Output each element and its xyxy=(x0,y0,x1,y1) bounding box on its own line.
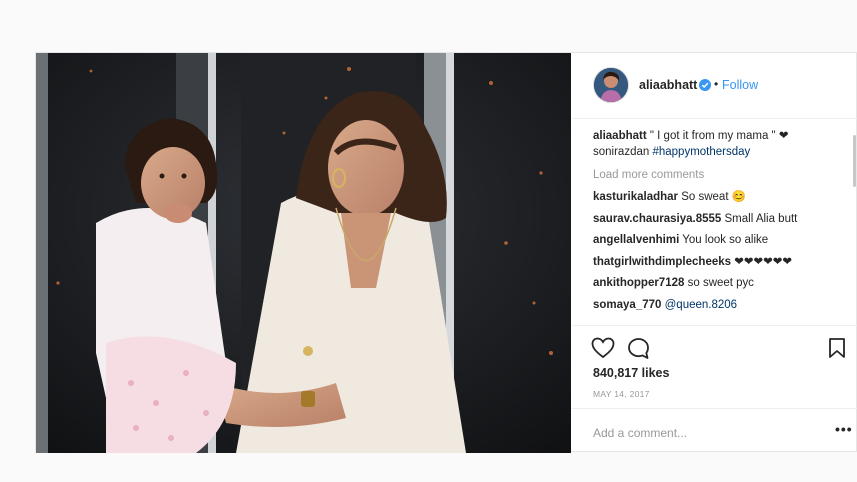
bookmark-icon[interactable] xyxy=(828,337,846,359)
verified-badge-icon xyxy=(699,79,711,91)
comment-item: thatgirlwithdimplecheeks ❤❤❤❤❤❤ xyxy=(593,254,792,270)
comments-list[interactable]: aliaabhatt " I got it from my mama " ❤ s… xyxy=(572,119,857,325)
caption: aliaabhatt " I got it from my mama " ❤ xyxy=(593,128,788,144)
likes-count[interactable]: 840,817 likes xyxy=(593,366,669,380)
comment-item: angellalvenhimi You look so alike xyxy=(593,232,768,248)
comment-text: So sweat 😊 xyxy=(681,191,747,203)
post-actions: 840,817 likes MAY 14, 2017 ••• xyxy=(572,325,857,453)
post-sidebar: aliaabhatt • Follow aliaabhatt " I got i… xyxy=(572,53,857,453)
post-header: aliaabhatt • Follow xyxy=(572,53,857,119)
comment-icon[interactable] xyxy=(627,337,650,360)
comment-username[interactable]: thatgirlwithdimplecheeks xyxy=(593,256,731,268)
comment-item: saurav.chaurasiya.8555 Small Alia butt xyxy=(593,211,797,227)
comment-text: ❤❤❤❤❤❤ xyxy=(734,256,793,268)
comment-text: Small Alia butt xyxy=(724,213,798,225)
comment-item: somaya_770 @queen.8206 xyxy=(593,297,737,313)
comment-text: so sweet рус xyxy=(687,277,754,289)
avatar-image xyxy=(594,68,628,102)
comment-mention[interactable]: @queen.8206 xyxy=(665,299,737,311)
comment-item: kasturikaladhar So sweat 😊 xyxy=(593,189,746,205)
comment-username[interactable]: angellalvenhimi xyxy=(593,234,679,246)
more-options-button[interactable]: ••• xyxy=(835,421,853,437)
mother-daughter-photo xyxy=(36,53,571,453)
caption-hashtag[interactable]: #happymothersday xyxy=(652,146,750,158)
heart-icon[interactable] xyxy=(591,337,615,359)
comment-item: ankithopper7128 so sweet рус xyxy=(593,275,754,291)
caption-line-2: sonirazdan #happymothersday xyxy=(593,144,750,160)
load-more-comments[interactable]: Load more comments xyxy=(593,167,704,183)
add-comment-input[interactable] xyxy=(591,422,815,444)
comments-scrollbar[interactable] xyxy=(853,135,856,187)
caption-text: " I got it from my mama " ❤ xyxy=(646,130,789,142)
comment-username[interactable]: kasturikaladhar xyxy=(593,191,678,203)
avatar[interactable] xyxy=(593,67,629,103)
instagram-post: aliaabhatt • Follow aliaabhatt " I got i… xyxy=(35,52,857,453)
follow-button[interactable]: Follow xyxy=(722,78,758,92)
comment-username[interactable]: saurav.chaurasiya.8555 xyxy=(593,213,721,225)
header-separator: • xyxy=(714,77,719,91)
comment-username[interactable]: ankithopper7128 xyxy=(593,277,684,289)
caption-username[interactable]: aliaabhatt xyxy=(593,130,647,142)
post-photo[interactable] xyxy=(36,53,571,453)
comment-text: You look so alike xyxy=(682,234,769,246)
caption-mention[interactable]: sonirazdan xyxy=(593,146,649,158)
comment-username[interactable]: somaya_770 xyxy=(593,299,661,311)
add-comment-bar: ••• xyxy=(572,408,857,454)
post-date: MAY 14, 2017 xyxy=(593,389,650,399)
header-username[interactable]: aliaabhatt xyxy=(639,78,697,92)
